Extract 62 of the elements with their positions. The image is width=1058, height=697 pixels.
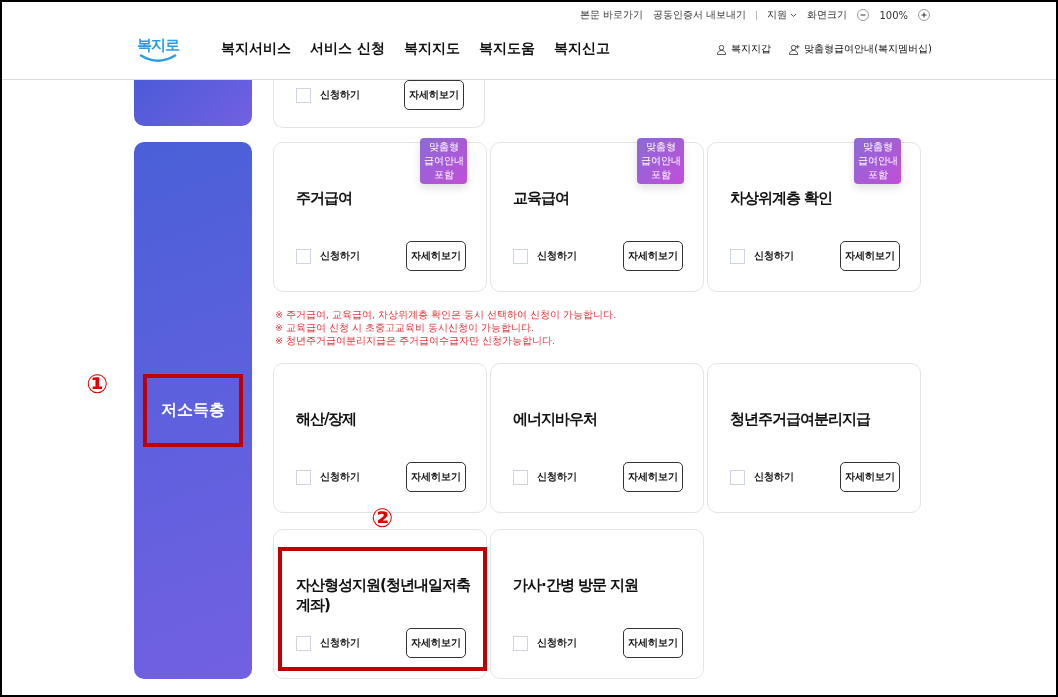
service-title: 청년주거급여분리지급: [730, 409, 871, 430]
category-label[interactable]: 저소득층: [143, 374, 243, 447]
service-title: 가사·간병 방문 지원: [513, 575, 640, 596]
checkbox-label: 신청하기: [320, 249, 360, 263]
zoom-value: 100%: [879, 9, 908, 21]
checkbox[interactable]: [296, 87, 311, 103]
user-link[interactable]: 복지지갑: [731, 42, 772, 56]
checkbox-label: 신청하기: [537, 249, 577, 263]
nav-item[interactable]: 복지지도: [403, 40, 460, 58]
add-person-icon: [789, 43, 801, 55]
service-title: 자산형성지원(청년내일저축계좌): [296, 575, 472, 615]
details-button[interactable]: 자세히보기: [840, 241, 900, 271]
checkbox[interactable]: [730, 248, 745, 264]
nav-item[interactable]: 복지도움: [478, 40, 535, 58]
zoom-in-icon[interactable]: [918, 9, 930, 21]
checkbox-label: 신청하기: [537, 470, 577, 484]
checkbox[interactable]: [296, 248, 311, 264]
checkbox-label: 신청하기: [320, 470, 360, 484]
custom-benefit-badge: 맞춤형 급여안내 포함: [854, 138, 901, 184]
notice-text: ※ 주거급여, 교육급여, 차상위계층 확인은 동시 선택하여 신청이 가능합니다.: [275, 308, 618, 321]
details-button[interactable]: 자세히보기: [840, 462, 900, 492]
nav-item[interactable]: 서비스 신청: [310, 40, 385, 58]
checkbox[interactable]: [730, 469, 745, 485]
checkbox-label: 신청하기: [754, 249, 794, 263]
details-button[interactable]: 자세히보기: [404, 80, 464, 110]
checkbox-label: 신청하기: [754, 470, 794, 484]
details-button[interactable]: 자세히보기: [406, 462, 466, 492]
utility-link[interactable]: 공동인증서 내보내기: [653, 8, 747, 22]
service-title: 교육급여: [513, 188, 570, 209]
utility-link[interactable]: 본문 바로가기: [580, 8, 644, 22]
details-button[interactable]: 자세히보기: [623, 628, 683, 658]
details-button[interactable]: 자세히보기: [406, 628, 466, 658]
support-menu[interactable]: 지원: [767, 8, 798, 22]
service-title: 해산/장제: [296, 409, 358, 430]
details-button[interactable]: 자세히보기: [623, 462, 683, 492]
service-title: 주거급여: [296, 188, 353, 209]
smile-icon: [139, 53, 177, 63]
checkbox[interactable]: [296, 635, 311, 651]
checkbox[interactable]: [513, 248, 528, 264]
service-title: 차상위계층 확인: [730, 188, 834, 209]
user-link[interactable]: 맞춤형급여안내(복지멤버십): [804, 42, 932, 56]
nav-item[interactable]: 복지서비스: [221, 40, 291, 58]
checkbox[interactable]: [513, 469, 528, 485]
checkbox[interactable]: [513, 635, 528, 651]
caret-icon: [790, 12, 798, 18]
checkbox-label: 신청하기: [320, 636, 360, 650]
zoom-out-icon[interactable]: [857, 9, 870, 21]
checkbox-label: 신청하기: [537, 636, 577, 650]
zoom-label: 화면크기: [807, 8, 848, 22]
annotation-number: ①: [86, 370, 108, 397]
checkbox[interactable]: [296, 469, 311, 485]
nav-item[interactable]: 복지신고: [553, 40, 610, 58]
details-button[interactable]: 자세히보기: [623, 241, 683, 271]
notice-text: ※ 교육급여 신청 시 초중고교육비 동시신청이 가능합니다.: [275, 321, 536, 334]
person-icon: [716, 43, 728, 55]
annotation-number: ②: [371, 505, 393, 531]
notice-text: ※ 청년주거급여분리지급은 주거급여수급자만 신청가능합니다.: [275, 334, 557, 347]
service-title: 에너지바우처: [513, 409, 598, 430]
custom-benefit-badge: 맞춤형 급여안내 포함: [637, 138, 684, 184]
checkbox-label: 신청하기: [320, 88, 360, 102]
custom-benefit-badge: 맞춤형 급여안내 포함: [420, 138, 467, 184]
details-button[interactable]: 자세히보기: [406, 241, 466, 271]
